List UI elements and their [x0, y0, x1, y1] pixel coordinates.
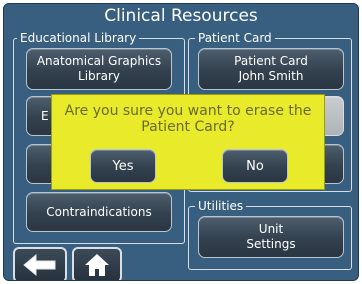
yes-label: Yes [112, 158, 134, 174]
yes-button[interactable]: Yes [90, 149, 156, 183]
educational-library-title: Educational Library [17, 30, 140, 46]
no-button[interactable]: No [222, 149, 288, 183]
dialog-message: Are you sure you want to erase the Patie… [52, 103, 324, 135]
patient-card-line1: Patient Card [234, 54, 308, 68]
educational-button-2-label: E [41, 108, 49, 123]
utilities-title: Utilities [195, 198, 247, 214]
erase-confirmation-dialog: Are you sure you want to erase the Patie… [51, 94, 325, 190]
patient-card-line2: John Smith [238, 69, 304, 83]
clinical-resources-screen: Clinical Resources Educational Library A… [3, 3, 359, 281]
contraindications-label: Contraindications [46, 204, 152, 219]
home-icon [85, 254, 109, 276]
arrow-left-icon [23, 254, 56, 276]
back-button[interactable] [13, 247, 67, 280]
home-button[interactable] [72, 247, 122, 280]
dialog-message-line1: Are you sure you want to erase the [64, 103, 312, 119]
anatomical-graphics-line1: Anatomical Graphics [36, 54, 162, 68]
no-label: No [246, 158, 264, 174]
unit-settings-line2: Settings [246, 237, 296, 251]
patient-card-title: Patient Card [195, 30, 275, 46]
patient-card-button[interactable]: Patient Card John Smith [198, 48, 344, 90]
unit-settings-button[interactable]: Unit Settings [198, 216, 344, 258]
anatomical-graphics-line2: Library [78, 69, 120, 83]
screen-title: Clinical Resources [104, 6, 258, 26]
unit-settings-line1: Unit [258, 222, 284, 236]
dialog-message-line2: Patient Card? [141, 119, 235, 135]
anatomical-graphics-library-button[interactable]: Anatomical Graphics Library [26, 48, 172, 90]
contraindications-button[interactable]: Contraindications [26, 192, 172, 232]
